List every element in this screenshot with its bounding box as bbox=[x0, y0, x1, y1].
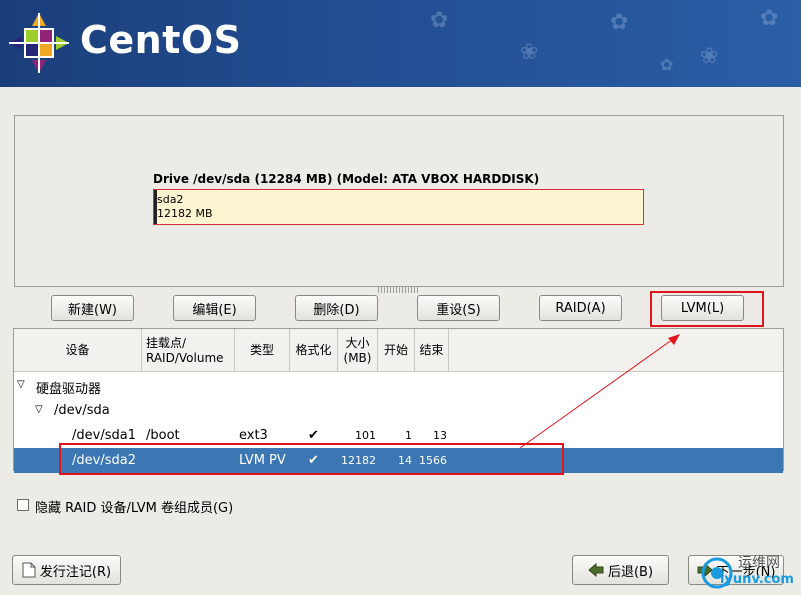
col-type[interactable]: 类型 bbox=[235, 329, 290, 372]
check-icon: ✔ bbox=[308, 428, 319, 443]
lvm-highlight-box bbox=[650, 291, 764, 327]
partition-name: sda2 bbox=[157, 193, 184, 206]
col-start[interactable]: 开始 bbox=[378, 329, 415, 372]
row-highlight-box bbox=[59, 443, 564, 475]
delete-button[interactable]: 删除(D) bbox=[295, 295, 378, 321]
arrow-left-icon bbox=[588, 563, 604, 577]
hide-members-checkbox[interactable] bbox=[17, 499, 29, 511]
col-format[interactable]: 格式化 bbox=[290, 329, 338, 372]
drive-title: Drive /dev/sda (12284 MB) (Model: ATA VB… bbox=[153, 172, 540, 186]
partition-bar-sda2[interactable]: sda2 12182 MB bbox=[153, 189, 644, 225]
reset-button[interactable]: 重设(S) bbox=[417, 295, 500, 321]
brand-title: CentOS bbox=[80, 18, 242, 62]
col-mount[interactable]: 挂载点/RAID/Volume bbox=[142, 329, 235, 372]
back-button[interactable]: 后退(B) bbox=[572, 555, 669, 585]
col-size[interactable]: 大小 (MB) bbox=[338, 329, 378, 372]
tree-row-group[interactable]: ▽ 硬盘驱动器 bbox=[14, 373, 783, 398]
table-header: 设备 挂载点/RAID/Volume 类型 格式化 大小 (MB) 开始 结束 bbox=[14, 329, 783, 372]
hide-members-label[interactable]: 隐藏 RAID 设备/LVM 卷组成员(G) bbox=[35, 497, 233, 516]
watermark: 运维网 iyunv.com bbox=[700, 550, 800, 595]
col-end[interactable]: 结束 bbox=[415, 329, 449, 372]
raid-button[interactable]: RAID(A) bbox=[539, 295, 622, 321]
document-icon bbox=[22, 562, 36, 578]
header-banner: ✿ ❀ ✿ ❀ ✿ ✿ CentOS bbox=[0, 0, 801, 87]
centos-logo-icon bbox=[9, 13, 69, 73]
pane-resize-handle[interactable] bbox=[378, 287, 420, 293]
new-button[interactable]: 新建(W) bbox=[51, 295, 134, 321]
triangle-down-icon[interactable]: ▽ bbox=[35, 404, 43, 415]
triangle-down-icon[interactable]: ▽ bbox=[17, 379, 25, 390]
tree-row-disk[interactable]: ▽ /dev/sda bbox=[14, 398, 783, 423]
col-device[interactable]: 设备 bbox=[14, 329, 142, 372]
partition-size: 12182 MB bbox=[157, 207, 213, 220]
release-notes-button[interactable]: 发行注记(R) bbox=[12, 555, 121, 585]
edit-button[interactable]: 编辑(E) bbox=[173, 295, 256, 321]
